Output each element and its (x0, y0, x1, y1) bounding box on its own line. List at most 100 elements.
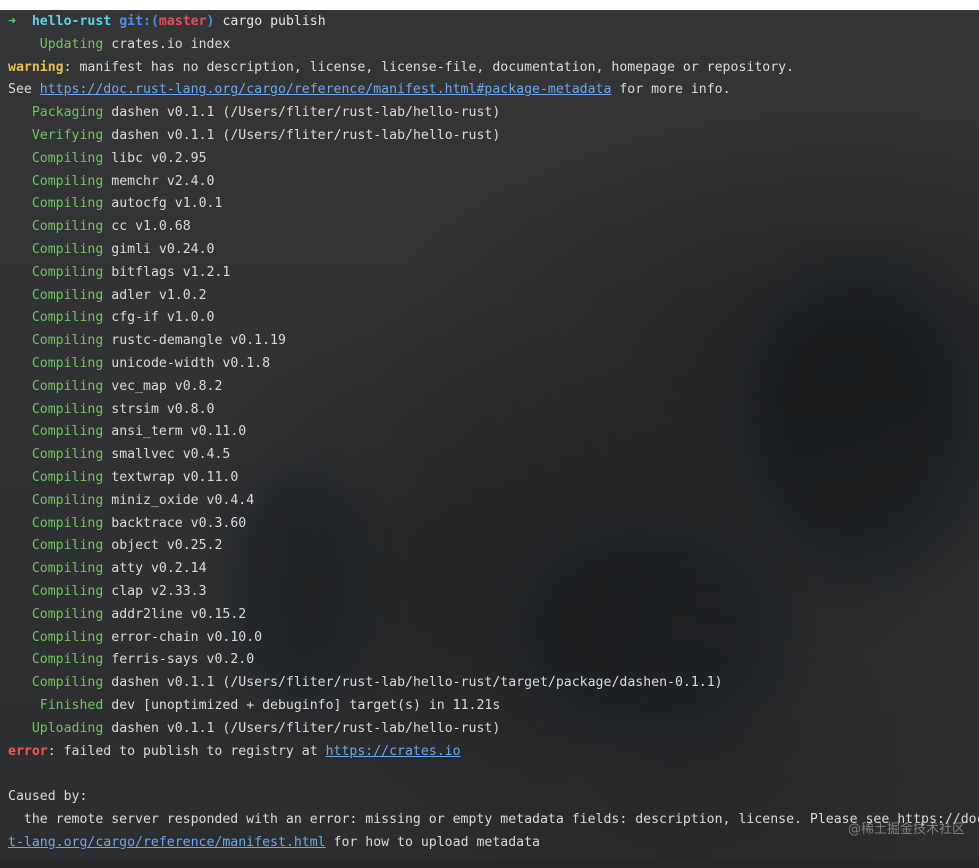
status-keyword: Finished (39, 697, 104, 713)
status-padding (8, 675, 32, 690)
status-padding (8, 698, 40, 713)
line-text: unicode-width v0.1.8 (111, 355, 271, 371)
hyperlink[interactable]: https://crates.io (326, 744, 461, 759)
output-line: Uploading dashen v0.1.1 (/Users/fliter/r… (8, 718, 979, 741)
output-line: Caused by: (8, 786, 979, 809)
status-keyword: Compiling (31, 150, 104, 166)
status-keyword: Compiling (31, 355, 104, 371)
line-text: libc v0.2.95 (111, 150, 207, 166)
status-padding (8, 219, 32, 234)
status-keyword: Compiling (31, 675, 104, 691)
output-line: warning: manifest has no description, li… (8, 57, 979, 80)
status-keyword: Compiling (31, 515, 104, 531)
status-padding (8, 242, 32, 257)
line-text: dashen v0.1.1 (/Users/fliter/rust-lab/he… (111, 675, 723, 691)
line-text: bitflags v1.2.1 (111, 264, 231, 280)
status-padding (8, 151, 32, 166)
status-padding (8, 105, 32, 120)
status-keyword: Compiling (31, 241, 104, 257)
terminal-window[interactable]: ➜ hello-rust git:(master) cargo publish … (0, 0, 979, 868)
prompt-branch: master (158, 14, 207, 29)
status-keyword: Compiling (31, 196, 104, 212)
prompt-git-label: git:( (119, 14, 159, 29)
line-text: : failed to publish to registry at (47, 743, 326, 759)
line-text: textwrap v0.11.0 (111, 469, 239, 485)
output-line: Compiling gimli v0.24.0 (8, 239, 979, 262)
status-padding (8, 470, 32, 485)
status-padding (8, 607, 32, 622)
output-line: Finished dev [unoptimized + debuginfo] t… (8, 695, 979, 718)
line-text: atty v0.2.14 (111, 561, 207, 577)
line-text: crates.io index (111, 36, 231, 52)
output-line: t-lang.org/cargo/reference/manifest.html… (8, 832, 979, 855)
line-text: strsim v0.8.0 (111, 401, 215, 417)
hyperlink[interactable]: t-lang.org/cargo/reference/manifest.html (8, 835, 326, 850)
prompt-arrow-icon: ➜ (8, 14, 16, 29)
prompt-directory: hello-rust (31, 14, 112, 29)
warning-label: warning (8, 59, 64, 75)
output-line: Updating crates.io index (8, 34, 979, 57)
window-bottom-bar (0, 860, 979, 868)
status-keyword: Packaging (31, 105, 104, 121)
line-prefix: See (8, 82, 40, 98)
prompt-git-close: ) (206, 14, 215, 29)
hyperlink[interactable]: https://doc.rust-lang.org/cargo/referenc… (40, 82, 612, 97)
output-line: Packaging dashen v0.1.1 (/Users/fliter/r… (8, 102, 979, 125)
status-padding (8, 402, 32, 417)
line-text: dashen v0.1.1 (/Users/fliter/rust-lab/he… (111, 127, 501, 143)
output-line: Compiling ansi_term v0.11.0 (8, 421, 979, 444)
status-padding (8, 584, 32, 599)
status-keyword: Compiling (31, 378, 104, 394)
status-keyword: Verifying (31, 127, 104, 143)
status-padding (8, 174, 32, 189)
status-padding (8, 379, 32, 394)
line-text: Caused by: (8, 789, 88, 805)
output-line: Compiling ferris-says v0.2.0 (8, 649, 979, 672)
output-line: Compiling miniz_oxide v0.4.4 (8, 490, 979, 513)
output-line: Compiling memchr v2.4.0 (8, 171, 979, 194)
line-text: object v0.25.2 (111, 538, 223, 554)
status-padding (8, 561, 32, 576)
output-line: Compiling adler v1.0.2 (8, 285, 979, 308)
line-text: vec_map v0.8.2 (111, 378, 223, 394)
status-padding (8, 516, 32, 531)
output-line: Compiling clap v2.33.3 (8, 581, 979, 604)
line-text: cc v1.0.68 (111, 219, 191, 235)
output-line: Compiling rustc-demangle v0.1.19 (8, 330, 979, 353)
output-line: See https://doc.rust-lang.org/cargo/refe… (8, 79, 979, 102)
output-line: Compiling object v0.25.2 (8, 535, 979, 558)
status-padding (8, 652, 32, 667)
prompt-line: ➜ hello-rust git:(master) cargo publish (8, 11, 979, 34)
status-keyword: Compiling (31, 333, 104, 349)
line-text: ferris-says v0.2.0 (111, 652, 255, 668)
line-text: rustc-demangle v0.1.19 (111, 333, 286, 349)
status-keyword: Uploading (31, 720, 104, 736)
status-padding (8, 493, 32, 508)
status-keyword: Compiling (31, 173, 104, 189)
output-line: Compiling strsim v0.8.0 (8, 399, 979, 422)
output-line: Compiling cfg-if v1.0.0 (8, 307, 979, 330)
line-text: memchr v2.4.0 (111, 173, 215, 189)
status-keyword: Compiling (31, 401, 104, 417)
line-text: : manifest has no description, license, … (63, 59, 795, 75)
status-keyword: Compiling (31, 652, 104, 668)
status-keyword: Compiling (31, 469, 104, 485)
output-line: Compiling backtrace v0.3.60 (8, 513, 979, 536)
status-keyword: Compiling (31, 424, 104, 440)
status-keyword: Compiling (31, 629, 104, 645)
status-keyword: Compiling (31, 264, 104, 280)
line-text: smallvec v0.4.5 (111, 447, 231, 463)
prompt-command: cargo publish (222, 14, 326, 29)
line-text: dashen v0.1.1 (/Users/fliter/rust-lab/he… (111, 720, 501, 736)
output-line: Compiling vec_map v0.8.2 (8, 376, 979, 399)
line-text: ansi_term v0.11.0 (111, 424, 247, 440)
line-text: cfg-if v1.0.0 (111, 310, 215, 326)
status-keyword: Compiling (31, 583, 104, 599)
status-padding (8, 37, 40, 52)
status-padding (8, 538, 32, 553)
status-keyword: Compiling (31, 561, 104, 577)
output-line: Verifying dashen v0.1.1 (/Users/fliter/r… (8, 125, 979, 148)
line-suffix: for how to upload metadata (325, 834, 540, 850)
line-text: autocfg v1.0.1 (111, 196, 223, 212)
